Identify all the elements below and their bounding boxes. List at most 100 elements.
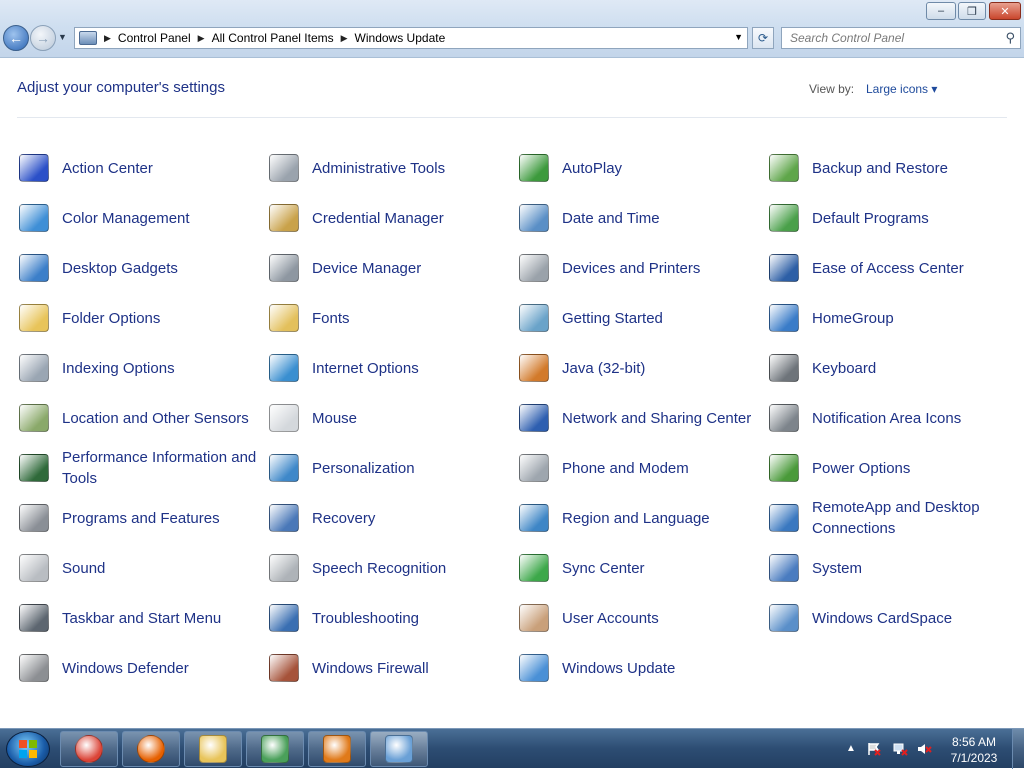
control-panel-item[interactable]: Device Manager bbox=[267, 243, 507, 293]
view-by-dropdown[interactable]: Large icons ▾ bbox=[866, 82, 937, 96]
control-panel-item[interactable]: Power Options bbox=[767, 443, 1007, 493]
cardspace-icon-shape bbox=[769, 604, 799, 632]
chevron-right-icon[interactable]: ▶ bbox=[104, 33, 111, 44]
control-panel-item[interactable]: Keyboard bbox=[767, 343, 1007, 393]
control-panel-item[interactable]: Java (32-bit) bbox=[517, 343, 757, 393]
control-panel-item[interactable]: Fonts bbox=[267, 293, 507, 343]
flag-icon-shape bbox=[19, 154, 49, 182]
control-panel-item[interactable]: Ease of Access Center bbox=[767, 243, 1007, 293]
view-by-label: View by: bbox=[809, 82, 855, 96]
control-panel-item[interactable]: Notification Area Icons bbox=[767, 393, 1007, 443]
control-panel-items: Action Center Color Management Desktop Gad… bbox=[17, 143, 1017, 703]
control-panel-item[interactable]: Administrative Tools bbox=[267, 143, 507, 193]
show-hidden-icons-button[interactable]: ▲ bbox=[846, 743, 856, 754]
file-explorer-taskbar-button[interactable] bbox=[184, 731, 242, 767]
control-panel-item[interactable]: Personalization bbox=[267, 443, 507, 493]
control-panel-item[interactable]: User Accounts bbox=[517, 593, 757, 643]
control-panel-item[interactable]: Devices and Printers bbox=[517, 243, 757, 293]
personalization-icon-shape bbox=[269, 454, 299, 482]
control-panel-item[interactable]: Windows Update bbox=[517, 643, 757, 693]
control-panel-item[interactable]: Location and Other Sensors bbox=[17, 393, 257, 443]
control-panel-item-label: Folder Options bbox=[62, 309, 161, 327]
back-button[interactable]: ← bbox=[3, 25, 29, 51]
control-panel-item[interactable]: Color Management bbox=[17, 193, 257, 243]
address-dropdown-icon[interactable]: ▼ bbox=[734, 32, 743, 42]
minimize-button[interactable]: – bbox=[926, 2, 956, 20]
clock-date[interactable]: 7/1/2023 bbox=[940, 751, 1008, 765]
close-button[interactable]: ✕ bbox=[989, 2, 1021, 20]
control-panel-item[interactable]: Speech Recognition bbox=[267, 543, 507, 593]
calendar-icon bbox=[517, 201, 551, 235]
chevron-right-icon[interactable]: ▶ bbox=[341, 33, 348, 44]
control-panel-item-label: Recovery bbox=[312, 509, 376, 527]
control-panel-item[interactable]: Performance Information and Tools bbox=[17, 443, 257, 493]
control-panel-item-label: Indexing Options bbox=[62, 359, 175, 377]
recent-pages-dropdown-icon[interactable]: ▼ bbox=[58, 32, 67, 42]
mouse-icon-shape bbox=[269, 404, 299, 432]
java-icon bbox=[517, 351, 551, 385]
keyboard-icon-shape bbox=[769, 354, 799, 382]
control-panel-item-label: Ease of Access Center bbox=[812, 259, 964, 277]
magnifier-app-taskbar-button[interactable] bbox=[308, 731, 366, 767]
breadcrumb-control-panel[interactable]: Control Panel bbox=[118, 31, 191, 45]
ease-of-access-icon-shape bbox=[769, 254, 799, 282]
java-icon-shape bbox=[519, 354, 549, 382]
control-panel-item[interactable]: Credential Manager bbox=[267, 193, 507, 243]
control-panel-item[interactable]: Network and Sharing Center bbox=[517, 393, 757, 443]
control-panel-item[interactable]: AutoPlay bbox=[517, 143, 757, 193]
control-panel-item[interactable]: Windows Defender bbox=[17, 643, 257, 693]
control-panel-item[interactable]: Desktop Gadgets bbox=[17, 243, 257, 293]
control-panel-item[interactable]: Internet Options bbox=[267, 343, 507, 393]
control-panel-item[interactable]: Sync Center bbox=[517, 543, 757, 593]
refresh-button[interactable]: ⟳ bbox=[752, 27, 774, 49]
forward-button[interactable]: → bbox=[30, 25, 56, 51]
search-input[interactable]: Search Control Panel ⚲ bbox=[781, 27, 1021, 49]
control-panel-item[interactable]: Windows CardSpace bbox=[767, 593, 1007, 643]
control-panel-item[interactable]: Backup and Restore bbox=[767, 143, 1007, 193]
ease-of-access-icon bbox=[767, 251, 801, 285]
control-panel-item[interactable]: Recovery bbox=[267, 493, 507, 543]
control-panel-item[interactable]: Folder Options bbox=[17, 293, 257, 343]
control-panel-taskbar-button[interactable] bbox=[370, 731, 428, 767]
control-panel-item[interactable]: Date and Time bbox=[517, 193, 757, 243]
show-desktop-button[interactable] bbox=[1012, 729, 1024, 769]
control-panel-item[interactable]: Mouse bbox=[267, 393, 507, 443]
control-panel-item[interactable]: Action Center bbox=[17, 143, 257, 193]
action-center-flag-icon[interactable] bbox=[866, 741, 882, 757]
network-app-taskbar-button[interactable] bbox=[246, 731, 304, 767]
clock-time[interactable]: 8:56 AM bbox=[940, 735, 1008, 749]
control-panel-item[interactable]: Default Programs bbox=[767, 193, 1007, 243]
start-button[interactable] bbox=[6, 731, 50, 767]
programs-icon bbox=[17, 501, 51, 535]
control-panel-item[interactable]: Indexing Options bbox=[17, 343, 257, 393]
chrome-icon bbox=[75, 735, 103, 763]
backup-icon-shape bbox=[769, 154, 799, 182]
control-panel-item[interactable]: Getting Started bbox=[517, 293, 757, 343]
breadcrumb-windows-update[interactable]: Windows Update bbox=[355, 31, 446, 45]
control-panel-item[interactable]: System bbox=[767, 543, 1007, 593]
control-panel-item[interactable]: Sound bbox=[17, 543, 257, 593]
maximize-button[interactable]: ❐ bbox=[958, 2, 986, 20]
breadcrumb-all-items[interactable]: All Control Panel Items bbox=[212, 31, 334, 45]
network-tray-icon[interactable] bbox=[892, 741, 908, 757]
control-panel-item[interactable]: Phone and Modem bbox=[517, 443, 757, 493]
control-panel-item[interactable]: Region and Language bbox=[517, 493, 757, 543]
control-panel-item[interactable]: HomeGroup bbox=[767, 293, 1007, 343]
control-panel-item-label: Location and Other Sensors bbox=[62, 409, 249, 427]
chevron-right-icon[interactable]: ▶ bbox=[198, 33, 205, 44]
control-panel-item[interactable]: RemoteApp and Desktop Connections bbox=[767, 493, 1007, 543]
control-panel-item[interactable]: Taskbar and Start Menu bbox=[17, 593, 257, 643]
search-icon[interactable]: ⚲ bbox=[1005, 30, 1015, 46]
control-panel-item-label: Sync Center bbox=[562, 559, 645, 577]
control-panel-item[interactable]: Programs and Features bbox=[17, 493, 257, 543]
address-bar[interactable]: ▶ Control Panel ▶ All Control Panel Item… bbox=[74, 27, 748, 49]
network-icon bbox=[517, 401, 551, 435]
region-icon bbox=[517, 501, 551, 535]
volume-muted-icon[interactable] bbox=[916, 741, 932, 757]
control-panel-item[interactable]: Windows Firewall bbox=[267, 643, 507, 693]
firefox-taskbar-button[interactable] bbox=[122, 731, 180, 767]
control-panel-item[interactable]: Troubleshooting bbox=[267, 593, 507, 643]
credential-icon bbox=[267, 201, 301, 235]
taskbar-icon bbox=[17, 601, 51, 635]
chrome-taskbar-button[interactable] bbox=[60, 731, 118, 767]
